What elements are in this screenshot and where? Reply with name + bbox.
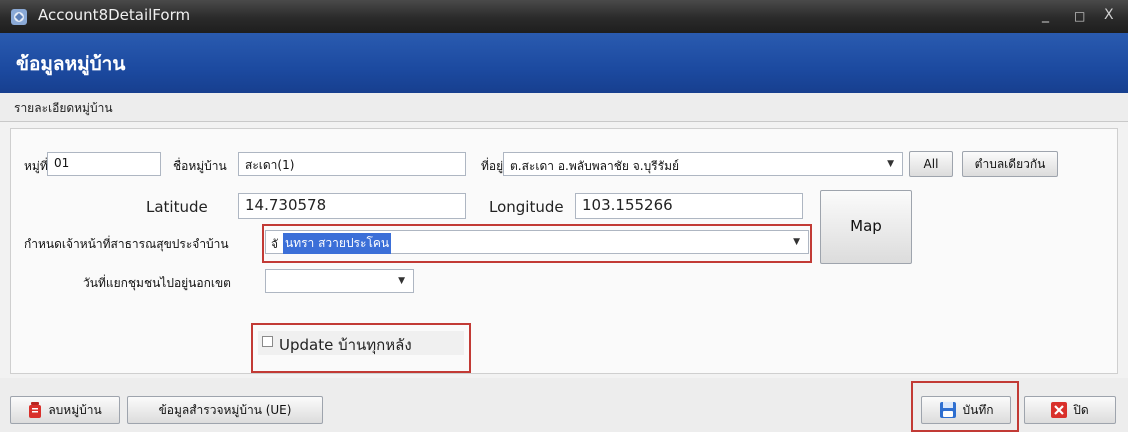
close-icon bbox=[1051, 402, 1068, 418]
map-button[interactable]: Map bbox=[820, 190, 912, 264]
village-name-label: ชื่อหมู่บ้าน bbox=[173, 159, 227, 173]
moo-label: หมู่ที่ bbox=[24, 159, 48, 173]
delete-village-label: ลบหมู่บ้าน bbox=[48, 402, 102, 417]
officer-label: กำหนดเจ้าหน้าที่สาธารณสุขประจำบ้าน bbox=[24, 237, 229, 251]
longitude-input[interactable]: 103.155266 bbox=[575, 193, 803, 219]
section-header: รายละเอียดหมู่บ้าน bbox=[0, 93, 1128, 122]
latitude-input[interactable]: 14.730578 bbox=[238, 193, 466, 219]
save-button[interactable]: บันทึก bbox=[921, 396, 1011, 424]
trash-icon bbox=[29, 402, 42, 418]
separate-date-combo[interactable]: ▼ bbox=[265, 269, 414, 293]
latitude-label: Latitude bbox=[146, 198, 208, 216]
update-checkbox-label: Update บ้านทุกหลัง bbox=[279, 336, 412, 354]
longitude-label: Longitude bbox=[489, 198, 564, 216]
update-checkbox[interactable] bbox=[262, 336, 273, 347]
same-subdistrict-button[interactable]: ตำบลเดียวกัน bbox=[962, 151, 1058, 177]
close-label: ปิด bbox=[1073, 402, 1089, 417]
address-label: ที่อยู่ bbox=[481, 159, 504, 173]
title-bar: Account8DetailForm _ □ X bbox=[0, 0, 1128, 33]
chevron-down-icon: ▼ bbox=[793, 237, 800, 247]
officer-combo[interactable]: จั นทรา สวายประโคน ▼ bbox=[265, 230, 809, 254]
form-header: ข้อมูลหมู่บ้าน bbox=[0, 33, 1128, 93]
update-checkbox-row[interactable]: Update บ้านทุกหลัง bbox=[258, 331, 464, 355]
separate-date-label: วันที่แยกชุมชนไปอยู่นอกเขต bbox=[83, 276, 231, 290]
close-button[interactable]: ปิด bbox=[1024, 396, 1116, 424]
chevron-down-icon: ▼ bbox=[887, 159, 894, 169]
floppy-disk-icon bbox=[939, 402, 956, 418]
window-title: Account8DetailForm bbox=[38, 6, 191, 24]
maximize-button[interactable]: □ bbox=[1074, 9, 1085, 23]
minimize-button[interactable]: _ bbox=[1042, 7, 1049, 23]
officer-value-selected: นทรา สวายประโคน bbox=[283, 233, 392, 254]
village-survey-button[interactable]: ข้อมูลสำรวจหมู่บ้าน (UE) bbox=[127, 396, 323, 424]
all-button[interactable]: All bbox=[909, 151, 953, 177]
app-icon bbox=[11, 9, 27, 25]
address-value: ต.สะเดา อ.พลับพลาชัย จ.บุรีรัมย์ bbox=[510, 159, 680, 173]
close-window-button[interactable]: X bbox=[1104, 7, 1114, 23]
save-label: บันทึก bbox=[962, 402, 994, 417]
page-title: ข้อมูลหมู่บ้าน bbox=[16, 53, 126, 75]
chevron-down-icon: ▼ bbox=[398, 276, 405, 286]
delete-village-button[interactable]: ลบหมู่บ้าน bbox=[10, 396, 120, 424]
section-title: รายละเอียดหมู่บ้าน bbox=[14, 101, 113, 115]
village-name-input[interactable]: สะเดา(1) bbox=[238, 152, 466, 176]
officer-value-prefix: จั bbox=[271, 237, 279, 251]
address-combo[interactable]: ต.สะเดา อ.พลับพลาชัย จ.บุรีรัมย์ ▼ bbox=[503, 152, 903, 176]
moo-input[interactable]: 01 bbox=[47, 152, 161, 176]
